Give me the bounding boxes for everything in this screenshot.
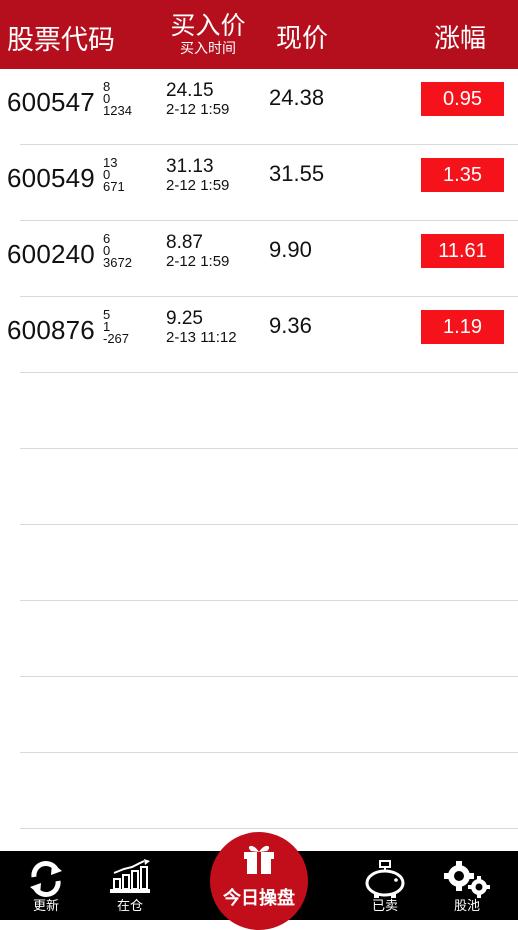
empty-row-divider bbox=[20, 600, 518, 601]
header-change: 涨幅 bbox=[434, 23, 487, 53]
change-badge: 1.19 bbox=[421, 310, 504, 344]
buy-time: 2-12 1:59 bbox=[166, 101, 230, 118]
empty-row-divider bbox=[20, 752, 518, 753]
buy-price: 31.13 bbox=[166, 156, 214, 177]
buy-time: 2-12 1:59 bbox=[166, 177, 230, 194]
table-row[interactable]: 600549 13 0 671 31.13 2-12 1:59 31.55 1.… bbox=[0, 145, 518, 221]
header-buy-column: 买入价 买入时间 bbox=[166, 12, 250, 56]
empty-row-divider bbox=[20, 448, 518, 449]
stock-code: 600549 bbox=[7, 163, 95, 193]
tab-label: 更新 bbox=[32, 898, 59, 913]
buy-info: 8.87 2-12 1:59 bbox=[166, 233, 229, 271]
current-price: 9.90 bbox=[269, 237, 312, 262]
change-badge: 1.35 bbox=[421, 158, 504, 192]
buy-time: 2-12 1:59 bbox=[166, 253, 230, 270]
buy-info: 9.25 2-13 11:12 bbox=[166, 309, 237, 347]
tab-label: 已卖 bbox=[371, 898, 398, 913]
table-row[interactable]: 600547 8 0 1234 24.15 2-12 1:59 24.38 0.… bbox=[0, 69, 518, 145]
current-price: 9.36 bbox=[269, 313, 312, 338]
count-3: -267 bbox=[103, 331, 130, 346]
tab-sold[interactable]: 已卖 bbox=[350, 851, 420, 920]
tab-label: 股池 bbox=[453, 898, 480, 913]
current-price: 31.55 bbox=[269, 161, 325, 186]
today-trading-button[interactable]: 今日操盘 bbox=[210, 832, 308, 930]
stock-code: 600240 bbox=[7, 239, 95, 269]
empty-row-divider bbox=[20, 524, 518, 525]
buy-price: 9.25 bbox=[166, 308, 203, 329]
buy-info: 24.15 2-12 1:59 bbox=[166, 81, 229, 119]
empty-row-divider bbox=[20, 676, 518, 677]
stock-counts: 5 1 -267 bbox=[103, 308, 130, 346]
table-row[interactable]: 600876 5 1 -267 9.25 2-13 11:12 9.36 1.1… bbox=[0, 297, 518, 373]
stock-code: 600547 bbox=[7, 87, 95, 117]
tab-label: 在仓 bbox=[116, 898, 143, 913]
header-stock-code: 股票代码 bbox=[7, 25, 115, 55]
stock-counts: 8 0 1234 bbox=[103, 80, 132, 118]
count-3: 671 bbox=[103, 179, 125, 194]
buy-info: 31.13 2-12 1:59 bbox=[166, 157, 229, 195]
empty-row-divider bbox=[20, 828, 518, 829]
change-badge: 0.95 bbox=[421, 82, 504, 116]
count-3: 3672 bbox=[103, 255, 132, 270]
buy-price: 8.87 bbox=[166, 232, 203, 253]
current-price: 24.38 bbox=[269, 85, 325, 110]
table-header: 股票代码 买入价 买入时间 现价 涨幅 bbox=[0, 0, 518, 69]
stock-counts: 13 0 671 bbox=[103, 156, 125, 194]
count-3: 1234 bbox=[103, 103, 132, 118]
buy-price: 24.15 bbox=[166, 80, 214, 101]
today-trading-label: 今日操盘 bbox=[223, 888, 295, 908]
header-buy-price: 买入价 bbox=[170, 12, 246, 40]
change-badge: 11.61 bbox=[421, 234, 504, 268]
header-current-price: 现价 bbox=[276, 23, 329, 53]
stock-code: 600876 bbox=[7, 315, 95, 345]
row-divider bbox=[20, 372, 518, 373]
stock-counts: 6 0 3672 bbox=[103, 232, 132, 270]
gift-icon bbox=[241, 840, 277, 881]
tab-stock-pool[interactable]: 股池 bbox=[432, 851, 502, 920]
buy-time: 2-13 11:12 bbox=[166, 329, 237, 346]
tab-refresh[interactable]: 更新 bbox=[11, 851, 81, 920]
table-row[interactable]: 600240 6 0 3672 8.87 2-12 1:59 9.90 11.6… bbox=[0, 221, 518, 297]
tab-holding[interactable]: 在仓 bbox=[95, 851, 165, 920]
header-buy-time: 买入时间 bbox=[180, 40, 236, 56]
